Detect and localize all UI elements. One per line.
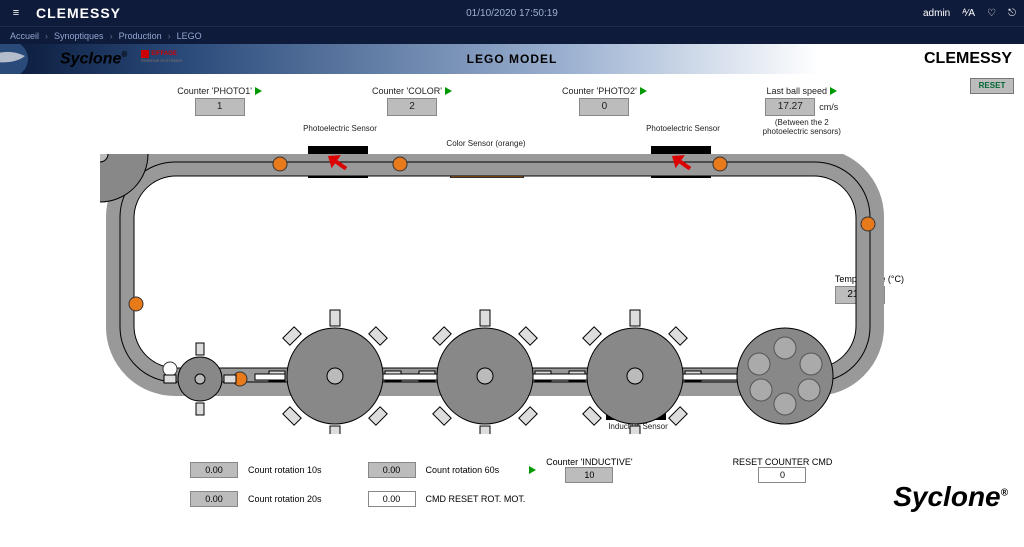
reset-counter-label: RESET COUNTER CMD [733, 457, 833, 467]
datetime: 01/10/2020 17:50:19 [466, 8, 558, 19]
color-sensor-label: Color Sensor (orange) [446, 139, 526, 148]
rot20-label: Count rotation 20s [248, 494, 322, 504]
play-icon [255, 87, 262, 95]
cmd-reset-label: CMD RESET ROT. MOT. [426, 494, 526, 504]
menu-icon[interactable]: ≡ [8, 7, 24, 19]
globe-icon [0, 44, 40, 74]
photo1-sensor-label: Photoelectric Sensor [300, 124, 380, 133]
logout-icon[interactable]: ⎋ [1008, 8, 1016, 19]
rot60-label: Count rotation 60s [426, 465, 500, 475]
crumb-0[interactable]: Accueil [10, 31, 39, 41]
rot20-value: 0.00 [190, 491, 238, 507]
photo2-sensor-label: Photoelectric Sensor [643, 124, 723, 133]
inductive-counter-label: Counter 'INDUCTIVE' [546, 457, 632, 467]
counter-photo1-value: 1 [195, 98, 245, 116]
page-title: LEGO MODEL [467, 52, 558, 66]
syclone-logo: Syclone® [60, 50, 127, 68]
eiffage-logo: EIFFAGE ÉNERGIE SYSTÈMES [141, 50, 182, 68]
play-icon [830, 87, 837, 95]
inductive-counter-value: 10 [565, 467, 613, 483]
play-icon [445, 87, 452, 95]
counter-photo2: Counter 'PHOTO2' 0 [562, 86, 647, 136]
reset-counter-value[interactable]: 0 [758, 467, 806, 483]
rot10-value: 0.00 [190, 462, 238, 478]
crumb-1[interactable]: Synoptiques [54, 31, 104, 41]
counter-color-value: 2 [387, 98, 437, 116]
ball-speed-value: 17.27 [765, 98, 815, 116]
counter-photo2-value: 0 [579, 98, 629, 116]
syclone-logo-bottom: Syclone® [893, 481, 1008, 513]
crumb-3[interactable]: LEGO [177, 31, 202, 41]
play-icon [529, 466, 536, 474]
user-label[interactable]: admin [923, 8, 950, 19]
rot60-value: 0.00 [368, 462, 416, 478]
breadcrumb: Accueil› Synoptiques› Production› LEGO [0, 26, 1024, 44]
rot10-label: Count rotation 10s [248, 465, 322, 475]
counter-color: Counter 'COLOR' 2 [372, 86, 452, 136]
counter-photo1: Counter 'PHOTO1' 1 [177, 86, 262, 136]
crumb-2[interactable]: Production [119, 31, 162, 41]
play-icon [640, 87, 647, 95]
clemessy-logo-right: CLEMESSY [924, 50, 1012, 68]
lang-icon[interactable]: ᴬ⁄A [962, 8, 975, 19]
brand-title: CLEMESSY [36, 5, 121, 21]
cmd-reset-value[interactable]: 0.00 [368, 491, 416, 507]
ball-speed: Last ball speed 17.27cm/s (Between the 2… [757, 86, 847, 136]
track-diagram [100, 154, 890, 434]
heart-icon[interactable]: ♡ [987, 8, 996, 19]
